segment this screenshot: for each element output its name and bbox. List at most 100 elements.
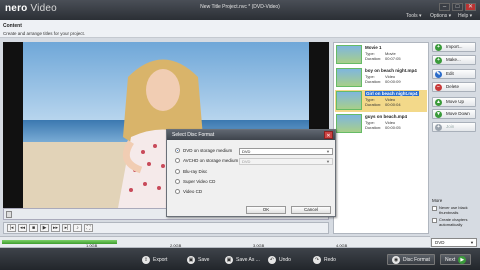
save-as-icon: ▣ [225, 255, 233, 264]
chevron-down-icon: ▼ [326, 159, 330, 164]
save-button[interactable]: ▣ Save [187, 254, 209, 265]
make-button[interactable]: + Make... [432, 55, 476, 65]
content-subtitle: Create and arrange titles for your proje… [3, 31, 86, 36]
window-title: New Title Project.nvc * (DVD-Video) [200, 4, 280, 10]
more-label: More [432, 198, 443, 203]
maximize-button[interactable]: □ [452, 3, 463, 11]
radio-button[interactable] [175, 148, 180, 153]
radio-button[interactable] [175, 179, 180, 184]
ok-button[interactable]: OK [246, 206, 286, 214]
move-up-button[interactable]: ▲ Move Up [432, 97, 476, 107]
option-vcd[interactable]: Video CD [175, 189, 202, 194]
chevron-down-icon: ▼ [470, 240, 474, 245]
select-disc-format-dialog: Select Disc Format ✕ DVD on storage medi… [166, 129, 336, 217]
disc-type-value: DVD [435, 240, 445, 245]
radio-button[interactable] [175, 169, 180, 174]
title-item[interactable]: Movie 1 Type: Movie Duration: 00:07:05 [335, 44, 427, 66]
undo-label: Undo [279, 256, 291, 263]
edit-button[interactable]: ✎ Edit [432, 69, 476, 79]
option-bluray[interactable]: Blu-ray Disc [175, 169, 207, 174]
chevron-down-icon: ▼ [326, 149, 330, 154]
move-down-button[interactable]: ▼ Move Down [432, 109, 476, 119]
radio-button[interactable] [175, 158, 180, 163]
title-item[interactable]: boy on beach night.mp4 Type: Video Durati… [335, 67, 427, 89]
option-avchd[interactable]: AVCHD on storage medium [175, 158, 238, 163]
make-label: Make... [446, 57, 461, 62]
title-name: guys on beach.mp4 [365, 114, 408, 119]
disc-format-button[interactable]: ◉ Disc Format [387, 254, 435, 265]
disc-icon: ◉ [392, 255, 400, 264]
save-as-button[interactable]: ▣ Save As ... [225, 254, 260, 265]
option-label: Super Video CD [183, 179, 216, 184]
dvd-format-select[interactable]: DVD ▼ [239, 148, 333, 155]
title-item[interactable]: guys on beach.mp4 Type: Video Duration: 00… [335, 113, 427, 135]
select-value: DVD [242, 159, 251, 164]
cancel-button[interactable]: Cancel [291, 206, 331, 214]
title-thumbnail [336, 45, 362, 64]
import-button[interactable]: + Import... [432, 42, 476, 52]
export-icon: ⇪ [142, 255, 150, 264]
redo-button[interactable]: ↷ Redo [313, 254, 336, 265]
delete-label: Delete [446, 84, 460, 89]
menu-help[interactable]: Help ▾ [458, 13, 472, 19]
skip-start-icon[interactable]: |◂ [7, 224, 16, 232]
undo-icon: ↶ [268, 255, 276, 264]
join-icon: + [435, 124, 442, 131]
minimize-button[interactable]: – [439, 3, 450, 11]
fullscreen-icon[interactable]: ⛶ [84, 224, 93, 232]
mute-icon[interactable]: ♪ [73, 224, 82, 232]
forward-icon[interactable]: ▸▸ [51, 224, 60, 232]
close-button[interactable]: ✕ [465, 3, 476, 11]
delete-button[interactable]: − Delete [432, 82, 476, 92]
window-controls: – □ ✕ [439, 3, 476, 11]
duration-value: 00:00:09 [385, 79, 401, 84]
rewind-icon[interactable]: ◂◂ [18, 224, 27, 232]
bottom-toolbar: ⇪ Export ▣ Save ▣ Save As ... ↶ Undo ↷ Redo ◉… [0, 248, 480, 270]
join-button[interactable]: + Join [432, 122, 476, 132]
undo-button[interactable]: ↶ Undo [268, 254, 291, 265]
transport-controls: |◂ ◂◂ ■ ▶ ▸▸ ▸| ♪ ⛶ [3, 222, 329, 234]
dialog-title: Select Disc Format [167, 130, 335, 140]
redo-label: Redo [324, 256, 336, 263]
save-icon: ▣ [187, 255, 195, 264]
title-name: Movie 1 [365, 45, 382, 50]
option-svcd[interactable]: Super Video CD [175, 179, 215, 184]
option-label: AVCHD on storage medium [183, 158, 239, 163]
duration-label: Duration: [365, 79, 382, 84]
delete-icon: − [435, 84, 442, 91]
move-down-label: Move Down [446, 111, 470, 116]
title-item-selected[interactable]: Girl on beach night.mp4 Type: Video Durat… [335, 90, 427, 112]
save-as-label: Save As ... [236, 256, 260, 263]
join-label: Join [446, 124, 455, 129]
move-up-label: Move Up [446, 99, 465, 104]
duration-label: Duration: [365, 125, 382, 130]
scrubber-handle[interactable] [6, 211, 12, 218]
checkbox-label: Create chapters automatically [439, 217, 468, 227]
disc-format-label: Disc Format [403, 256, 430, 263]
menu-tools[interactable]: Tools ▾ [406, 13, 422, 19]
capacity-bar: 1.0GB 2.0GB 3.0GB 4.0GB [0, 236, 430, 248]
option-label: Blu-ray Disc [183, 169, 208, 174]
disc-type-select[interactable]: DVD ▼ [431, 238, 477, 247]
avchd-format-select: DVD ▼ [239, 158, 333, 165]
radio-button[interactable] [175, 189, 180, 194]
checkbox-box[interactable] [432, 205, 437, 211]
edit-label: Edit [446, 71, 454, 76]
next-button[interactable]: Next ▶ [440, 254, 472, 265]
option-dvd[interactable]: DVD on storage medium [175, 148, 232, 153]
select-value: DVD [242, 149, 251, 154]
content-title: Content [3, 23, 22, 29]
skip-end-icon[interactable]: ▸| [62, 224, 71, 232]
dialog-close-button[interactable]: ✕ [324, 131, 333, 139]
title-thumbnail [336, 91, 362, 110]
menu-options[interactable]: Options ▾ [430, 13, 451, 19]
never-black-thumbnails-checkbox[interactable]: Never use black thumbnails [432, 205, 477, 215]
checkbox-label: Never use black thumbnails [439, 205, 468, 215]
save-label: Save [198, 256, 210, 263]
play-icon[interactable]: ▶ [40, 224, 49, 232]
create-chapters-checkbox[interactable]: Create chapters automatically [432, 217, 477, 227]
stop-icon[interactable]: ■ [29, 224, 38, 232]
duration-value: 00:00:05 [385, 125, 401, 130]
export-button[interactable]: ⇪ Export [142, 254, 167, 265]
checkbox-box[interactable] [432, 217, 437, 223]
